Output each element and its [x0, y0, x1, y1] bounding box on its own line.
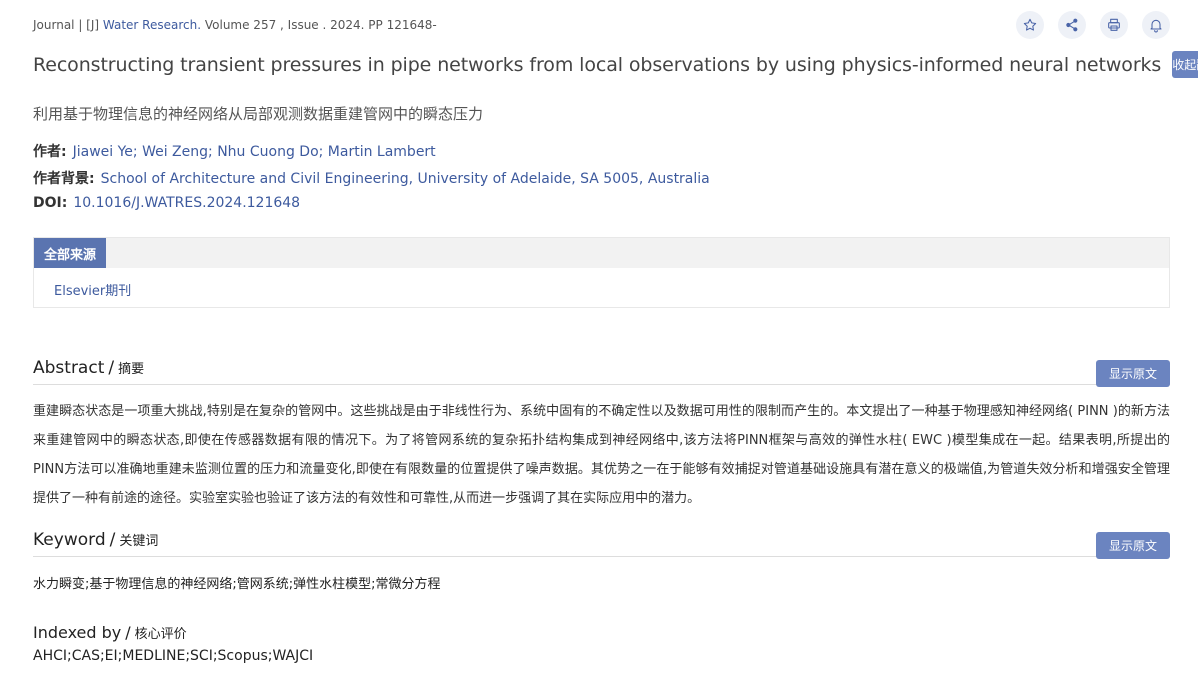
heading-separator: / [125, 623, 131, 642]
authors-value[interactable]: Jiawei Ye; Wei Zeng; Nhu Cuong Do; Marti… [73, 144, 436, 160]
article-title: Reconstructing transient pressures in pi… [33, 53, 1162, 76]
keyword-heading-en: Keyword [33, 530, 106, 550]
subscribe-button[interactable] [1142, 11, 1170, 39]
keyword-heading: Keyword / 关键词 [33, 530, 158, 550]
authors-field: 作者: Jiawei Ye; Wei Zeng; Nhu Cuong Do; Ma… [33, 141, 436, 161]
keyword-header: Keyword / 关键词 显示原文 [33, 527, 1170, 559]
meta-suffix: Volume 257 , Issue . 2024. PP 121648- [201, 18, 437, 32]
meta-prefix: Journal | [J] [33, 18, 103, 32]
doi-field: DOI: 10.1016/J.WATRES.2024.121648 [33, 195, 300, 211]
source-link-elsevier[interactable]: Elsevier期刊 [54, 280, 131, 299]
indexed-heading-zh: 核心评价 [134, 627, 187, 642]
authors-label: 作者: [33, 144, 67, 160]
sources-panel: 全部来源 Elsevier期刊 [33, 237, 1170, 308]
bell-icon [1150, 19, 1162, 33]
journal-link[interactable]: Water Research. [103, 18, 201, 32]
abstract-header: Abstract / 摘要 显示原文 [33, 355, 1170, 387]
action-icon-bar [1016, 11, 1170, 39]
keyword-list: 水力瞬变;基于物理信息的神经网络;管网系统;弹性水柱模型;常微分方程 [33, 577, 441, 592]
share-icon [1066, 18, 1078, 32]
indexed-heading: Indexed by / 核心评价 [33, 623, 187, 642]
share-button[interactable] [1058, 11, 1086, 39]
tab-all-sources[interactable]: 全部来源 [34, 238, 107, 268]
indexed-heading-en: Indexed by [33, 623, 122, 642]
abstract-heading-en: Abstract [33, 358, 105, 378]
collapse-translation-button[interactable]: 收起翻译 [1172, 51, 1198, 78]
star-icon [1023, 18, 1037, 31]
indexed-databases: AHCI;CAS;EI;MEDLINE;SCI;Scopus;WAJCI [33, 648, 314, 664]
print-button[interactable] [1100, 11, 1128, 39]
keyword-show-original-button[interactable]: 显示原文 [1096, 532, 1170, 559]
heading-separator: / [108, 358, 115, 378]
abstract-text: 重建瞬态状态是一项重大挑战,特别是在复杂的管网中。这些挑战是由于非线性行为、系统… [33, 404, 1170, 506]
abstract-show-original-button[interactable]: 显示原文 [1096, 360, 1170, 387]
article-title-translation: 利用基于物理信息的神经网络从局部观测数据重建管网中的瞬态压力 [33, 105, 484, 123]
article-page: Journal | [J] Water Research. Volume 257… [0, 0, 1198, 679]
journal-meta: Journal | [J] Water Research. Volume 257… [33, 18, 437, 32]
title-row: Reconstructing transient pressures in pi… [33, 51, 1198, 78]
sources-tabstrip: 全部来源 [34, 238, 1169, 268]
abstract-heading: Abstract / 摘要 [33, 358, 144, 378]
affiliation-field: 作者背景: School of Architecture and Civil En… [33, 168, 710, 188]
heading-separator: / [109, 530, 116, 550]
doi-label: DOI: [33, 195, 68, 211]
affiliation-label: 作者背景: [33, 171, 95, 187]
abstract-heading-zh: 摘要 [118, 362, 145, 377]
favorite-button[interactable] [1016, 11, 1044, 39]
keyword-heading-zh: 关键词 [119, 534, 159, 549]
affiliation-value[interactable]: School of Architecture and Civil Enginee… [101, 171, 710, 187]
doi-link[interactable]: 10.1016/J.WATRES.2024.121648 [73, 195, 300, 211]
print-icon [1108, 18, 1120, 31]
